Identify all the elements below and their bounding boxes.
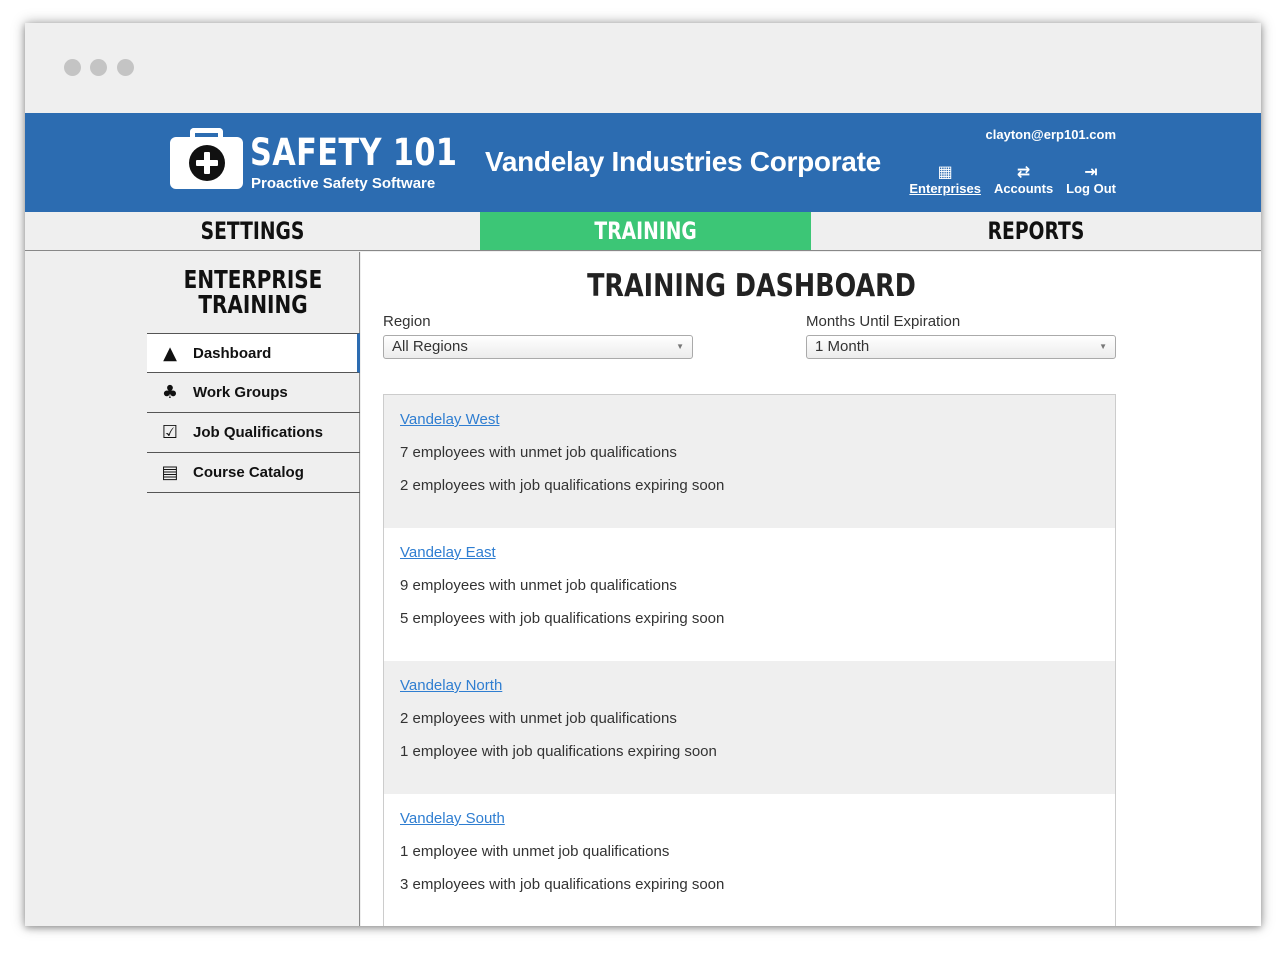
- warning-bell-icon: ▲: [163, 342, 177, 364]
- sidebar-title: ENTERPRISE TRAINING: [147, 267, 359, 317]
- sidebar-item-work-groups[interactable]: ♣ Work Groups: [147, 373, 360, 413]
- people-group-icon: ♣: [161, 382, 179, 403]
- main-content: TRAINING DASHBOARD Region All Regions ▼ …: [361, 252, 1261, 926]
- list-item: Vandelay West 7 employees with unmet job…: [384, 395, 1115, 528]
- accounts-link-label: Accounts: [993, 181, 1054, 196]
- expiring-qualifications-text: 2 employees with job qualifications expi…: [400, 477, 725, 494]
- region-link-north[interactable]: Vandelay North: [400, 677, 502, 694]
- sidebar-item-label: Job Qualifications: [193, 424, 324, 441]
- tab-settings-label: SETTINGS: [200, 217, 305, 245]
- list-item: Vandelay North 2 employees with unmet jo…: [384, 661, 1115, 794]
- unmet-qualifications-text: 9 employees with unmet job qualification…: [400, 577, 677, 594]
- enterprises-link[interactable]: ▦ Enterprises: [909, 162, 981, 197]
- brand-tagline: Proactive Safety Software: [251, 175, 436, 192]
- app-header: SAFETY 101 Proactive Safety Software Van…: [25, 113, 1261, 212]
- expiring-qualifications-text: 1 employee with job qualifications expir…: [400, 743, 717, 760]
- expiring-qualifications-text: 3 employees with job qualifications expi…: [400, 876, 725, 893]
- user-email: clayton@erp101.com: [985, 127, 1116, 142]
- course-catalog-icon: ▤: [161, 462, 179, 483]
- sidebar-item-course-catalog[interactable]: ▤ Course Catalog: [147, 453, 360, 493]
- company-name: Vandelay Industries Corporate: [485, 146, 881, 177]
- window-titlebar: [25, 23, 1261, 113]
- region-select-value: All Regions: [392, 338, 468, 355]
- swap-arrows-icon: ⇄: [1016, 162, 1031, 181]
- page-title-text: TRAINING DASHBOARD: [586, 268, 916, 304]
- tab-settings[interactable]: SETTINGS: [25, 212, 480, 250]
- tab-training[interactable]: TRAINING: [480, 212, 811, 250]
- accounts-link[interactable]: ⇄ Accounts: [993, 162, 1054, 197]
- sidebar: ENTERPRISE TRAINING ▲ Dashboard ♣ Work G…: [25, 252, 360, 926]
- sidebar-item-job-qualifications[interactable]: ☑ Job Qualifications: [147, 413, 360, 453]
- header-links: ▦ Enterprises ⇄ Accounts ⇥ Log Out: [909, 162, 1116, 197]
- months-select-value: 1 Month: [815, 338, 870, 355]
- enterprises-link-label: Enterprises: [909, 181, 981, 196]
- region-link-west[interactable]: Vandelay West: [400, 411, 500, 428]
- region-filter-label: Region: [383, 313, 431, 330]
- tab-reports[interactable]: REPORTS: [811, 212, 1261, 250]
- qualification-check-icon: ☑: [161, 422, 179, 443]
- window-minimize-dot[interactable]: [90, 59, 107, 76]
- months-select[interactable]: 1 Month ▼: [806, 335, 1116, 359]
- list-item: Vandelay South 1 employee with unmet job…: [384, 794, 1115, 926]
- unmet-qualifications-text: 1 employee with unmet job qualifications: [400, 843, 670, 860]
- logout-icon: ⇥: [1084, 162, 1098, 181]
- window-maximize-dot[interactable]: [117, 59, 134, 76]
- logout-link[interactable]: ⇥ Log Out: [1066, 162, 1116, 197]
- sidebar-item-label: Dashboard: [193, 344, 272, 362]
- sidebar-item-label: Course Catalog: [193, 464, 304, 481]
- unmet-qualifications-text: 7 employees with unmet job qualification…: [400, 444, 677, 461]
- months-filter-label: Months Until Expiration: [806, 313, 961, 330]
- sidebar-item-dashboard[interactable]: ▲ Dashboard: [147, 333, 360, 373]
- list-item: Vandelay East 9 employees with unmet job…: [384, 528, 1115, 661]
- sidebar-menu: ▲ Dashboard ♣ Work Groups ☑ Job Qualific…: [147, 333, 360, 493]
- tab-reports-label: REPORTS: [987, 217, 1085, 245]
- window-close-dot[interactable]: [64, 59, 81, 76]
- logout-link-label: Log Out: [1066, 181, 1116, 196]
- sidebar-title-line1: ENTERPRISE: [183, 265, 323, 294]
- region-list: Vandelay West 7 employees with unmet job…: [383, 394, 1116, 926]
- building-icon: ▦: [937, 162, 953, 181]
- tab-training-label: TRAINING: [594, 217, 697, 245]
- expiring-qualifications-text: 5 employees with job qualifications expi…: [400, 610, 725, 627]
- page-title: TRAINING DASHBOARD: [361, 268, 1141, 304]
- brand-name: SAFETY 101: [250, 131, 458, 174]
- top-navigation: SETTINGS TRAINING REPORTS: [25, 212, 1261, 251]
- region-link-east[interactable]: Vandelay East: [400, 544, 496, 561]
- first-aid-kit-logo-icon[interactable]: [170, 127, 244, 191]
- browser-window: SAFETY 101 Proactive Safety Software Van…: [25, 23, 1261, 926]
- region-select[interactable]: All Regions ▼: [383, 335, 693, 359]
- chevron-down-icon: ▼: [1099, 342, 1107, 351]
- sidebar-title-line2: TRAINING: [198, 290, 308, 319]
- unmet-qualifications-text: 2 employees with unmet job qualification…: [400, 710, 677, 727]
- region-link-south[interactable]: Vandelay South: [400, 810, 505, 827]
- sidebar-item-label: Work Groups: [193, 384, 288, 401]
- chevron-down-icon: ▼: [676, 342, 684, 351]
